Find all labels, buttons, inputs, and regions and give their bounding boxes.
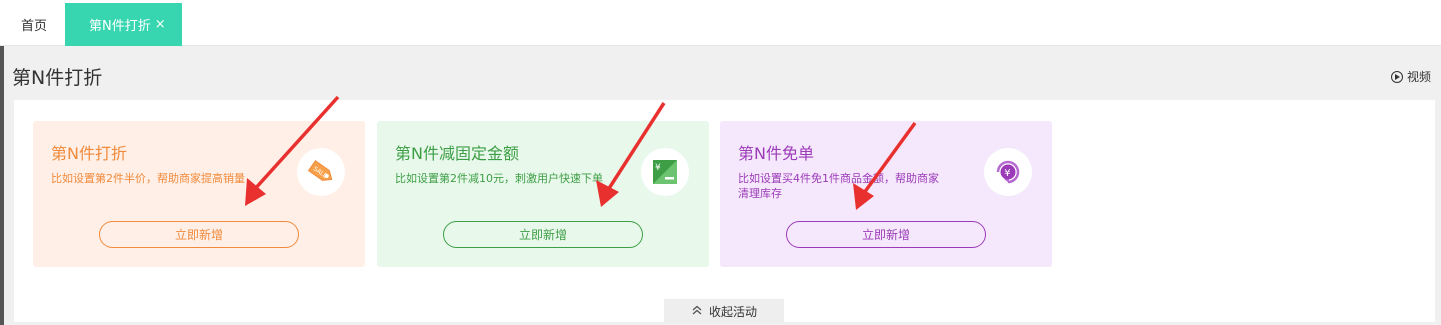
tab-home[interactable]: 首页 [6, 3, 62, 46]
card-description: 比如设置第2件减10元，刺激用户快速下单 [395, 172, 603, 185]
close-icon[interactable]: × [155, 17, 166, 32]
card-nth-item-discount: 第N件打折 比如设置第2件半价，帮助商家提高销量 SALE 立即新增 [33, 121, 365, 267]
add-free-item-button[interactable]: 立即新增 [786, 221, 986, 248]
yen-refresh-icon: ¥ [984, 148, 1032, 196]
card-description: 比如设置买4件免1件商品金额，帮助商家清理库存 [738, 172, 939, 200]
collapse-activities-button[interactable]: 收起活动 [664, 299, 784, 323]
add-fixed-amount-button[interactable]: 立即新增 [443, 221, 643, 248]
double-chevron-up-icon [691, 304, 703, 318]
card-nth-item-fixed-amount: 第N件减固定金额 比如设置第2件减10元，刺激用户快速下单 ¥ 立即新增 [377, 121, 709, 267]
video-label: 视频 [1406, 70, 1431, 84]
tab-nth-item-discount[interactable]: 第N件打折 × [65, 3, 182, 46]
add-nth-discount-button[interactable]: 立即新增 [99, 221, 299, 248]
card-title: 第N件打折 [51, 144, 127, 163]
card-description: 比如设置第2件半价，帮助商家提高销量 [51, 172, 245, 185]
collapse-label: 收起活动 [708, 304, 757, 319]
tab-label: 第N件打折 [89, 19, 151, 34]
card-title: 第N件免单 [738, 144, 814, 163]
play-circle-icon [1390, 70, 1403, 83]
card-nth-item-free: 第N件免单 比如设置买4件免1件商品金额，帮助商家清理库存 ¥ 立即新增 [720, 121, 1052, 267]
svg-text:¥: ¥ [655, 163, 661, 173]
page-title: 第N件打折 [12, 67, 103, 89]
video-link[interactable]: 视频 [1390, 68, 1431, 85]
left-edge-divider [0, 46, 4, 325]
svg-text:¥: ¥ [1004, 168, 1010, 179]
yen-discount-icon: ¥ [641, 148, 689, 196]
tab-bar: 首页 第N件打折 × [0, 0, 1441, 46]
sale-tag-icon: SALE [297, 148, 345, 196]
card-title: 第N件减固定金额 [395, 144, 519, 163]
